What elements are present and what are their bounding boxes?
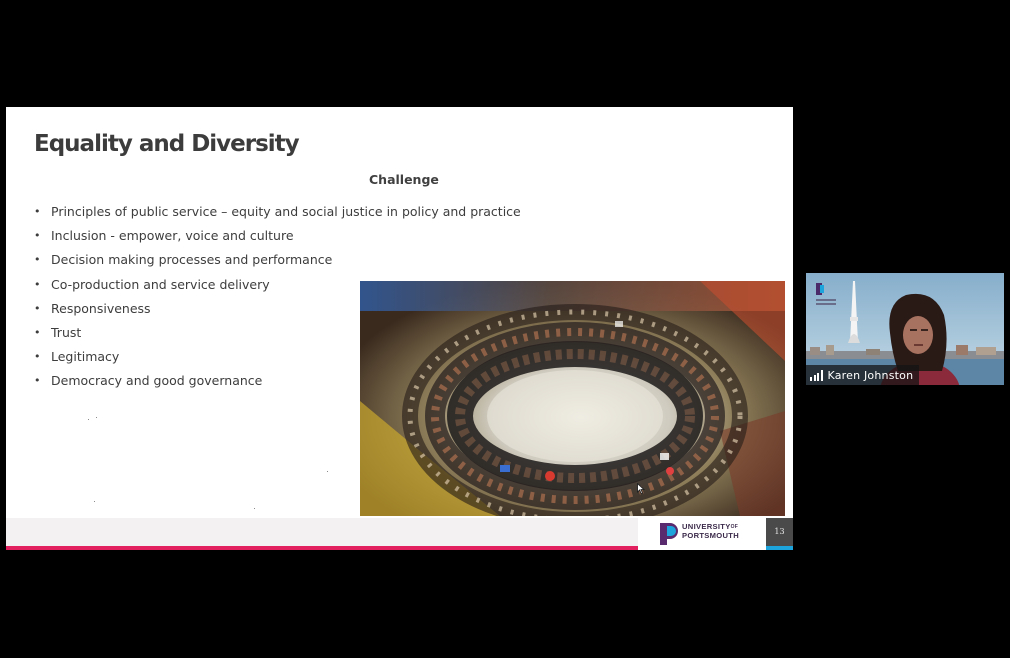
- participant-name: Karen Johnston: [827, 368, 914, 382]
- logo-line-2: PORTSMOUTH: [682, 530, 739, 540]
- university-logo: UNIVERSITYOF PORTSMOUTH: [638, 518, 766, 550]
- mouse-cursor-icon: [637, 483, 645, 495]
- meeting-screen: Equality and Diversity Challenge Princip…: [0, 0, 1010, 658]
- group-meeting-photo: [360, 281, 785, 516]
- bullet-item: Decision making processes and performanc…: [34, 250, 521, 274]
- university-logo-icon: [660, 523, 678, 545]
- participant-name-tag: Karen Johnston: [806, 365, 920, 385]
- slide-page-number-accent: [766, 546, 793, 550]
- group-meeting-photo-art: [360, 281, 785, 516]
- participant-video-tile[interactable]: Karen Johnston: [806, 273, 1004, 385]
- slide-speck: [88, 419, 89, 420]
- slide-speck: [94, 501, 95, 502]
- logo-of: OF: [730, 524, 739, 530]
- slide-speck: [96, 417, 97, 418]
- slide-speck: [254, 508, 255, 509]
- shared-slide: Equality and Diversity Challenge Princip…: [6, 107, 793, 550]
- bullet-item: Inclusion - empower, voice and culture: [34, 226, 521, 250]
- university-logo-text: UNIVERSITYOF PORTSMOUTH: [682, 522, 739, 540]
- slide-speck: [327, 471, 328, 472]
- bullet-item: Principles of public service – equity an…: [34, 202, 521, 226]
- logo-line-1: UNIVERSITY: [682, 522, 731, 531]
- slide-subtitle: Challenge: [369, 172, 439, 187]
- slide-footer-bar: [6, 518, 638, 546]
- slide-footer-accent-line: [6, 546, 638, 550]
- signal-bars-icon: [810, 369, 823, 381]
- slide-title: Equality and Diversity: [34, 131, 300, 157]
- slide-page-number: 13: [766, 518, 793, 546]
